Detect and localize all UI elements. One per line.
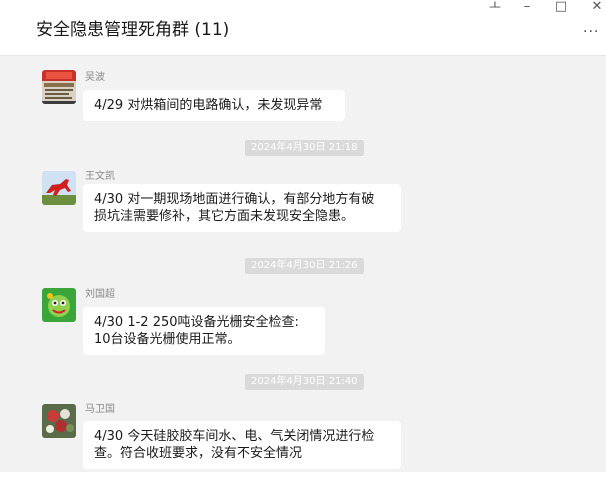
flower-avatar-icon[interactable] [42, 404, 76, 438]
message-text-line: 损坑洼需要修补，其它方面未发现安全隐患。 [94, 209, 355, 224]
message-bubble[interactable]: 4/30 今天硅胶胶车间水、电、气关闭情况进行检 查。符合收班要求，没有不安全情… [83, 421, 401, 469]
close-button[interactable]: ✕ [588, 0, 606, 14]
message-list[interactable]: 吴波 4/29 对烘箱间的电路确认，未发现异常 2024年4月30日 21:18… [0, 56, 606, 482]
message-bubble[interactable]: 4/29 对烘箱间的电路确认，未发现异常 [83, 90, 345, 121]
more-options-icon[interactable]: ··· [583, 25, 599, 39]
chat-title: 安全隐患管理死角群 (11) [36, 20, 230, 40]
message-text-line: 4/30 1-2 250吨设备光栅安全检查: [94, 315, 299, 330]
pin-icon[interactable]: ㅗ [486, 0, 504, 14]
chat-window: 安全隐患管理死角群 (11) ㅗ – □ ✕ ··· 吴波 4/29 对烘箱间的… [0, 0, 606, 482]
sender-name: 刘国超 [85, 289, 115, 300]
message-text-line: 10台设备光栅使用正常。 [94, 332, 241, 347]
chat-header: 安全隐患管理死角群 (11) ㅗ – □ ✕ ··· [0, 0, 606, 56]
poster-avatar-icon[interactable] [42, 70, 76, 104]
timestamp: 2024年4月30日 21:40 [245, 374, 364, 390]
timestamp: 2024年4月30日 21:26 [245, 258, 364, 274]
message-bubble[interactable]: 4/30 对一期现场地面进行确认，有部分地方有破 损坑洼需要修补，其它方面未发现… [83, 184, 401, 232]
sender-name: 王文凯 [85, 171, 115, 182]
red-horse-avatar-icon[interactable] [42, 171, 76, 205]
sender-name: 吴波 [85, 72, 105, 83]
timestamp: 2024年4月30日 21:18 [245, 140, 364, 156]
message-text-line: 4/30 对一期现场地面进行确认，有部分地方有破 [94, 192, 375, 207]
input-area-edge [0, 472, 606, 482]
message-text: 4/29 对烘箱间的电路确认，未发现异常 [94, 98, 323, 113]
green-cartoon-avatar-icon[interactable] [42, 288, 76, 322]
message-text-line: 查。符合收班要求，没有不安全情况 [94, 446, 303, 461]
message-bubble[interactable]: 4/30 1-2 250吨设备光栅安全检查: 10台设备光栅使用正常。 [83, 307, 325, 355]
sender-name: 马卫国 [85, 404, 115, 415]
maximize-button[interactable]: □ [552, 0, 570, 14]
minimize-button[interactable]: – [518, 0, 536, 14]
message-text-line: 4/30 今天硅胶胶车间水、电、气关闭情况进行检 [94, 429, 375, 444]
